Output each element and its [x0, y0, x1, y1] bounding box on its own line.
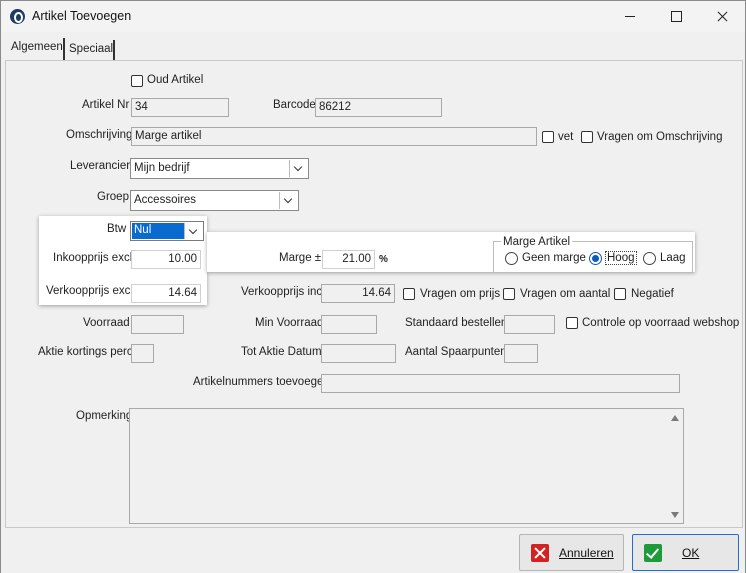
- tot-aktie-datum-field[interactable]: [321, 344, 396, 363]
- laag-label: Laag: [660, 252, 686, 264]
- leverancier-label: Leverancier: [70, 160, 131, 172]
- app-logo-icon: [10, 9, 25, 24]
- standaard-bestellen-label: Standaard bestellen: [405, 317, 508, 329]
- close-button[interactable]: [699, 1, 745, 32]
- verkoopprijs-excl-field[interactable]: 14.64: [131, 284, 201, 303]
- vet-checkbox[interactable]: [542, 131, 554, 143]
- marge-field[interactable]: 21.00: [322, 250, 375, 269]
- btw-value: Nul: [132, 223, 184, 239]
- ok-button[interactable]: OK: [632, 534, 739, 571]
- annuleren-button[interactable]: Annuleren: [519, 534, 624, 571]
- groep-value: Accessoires: [134, 194, 196, 206]
- omschrijving-field[interactable]: Marge artikel: [131, 127, 537, 146]
- btw-label: Btw: [107, 223, 127, 235]
- min-voorraad-field[interactable]: [321, 315, 377, 334]
- aantal-spaarpunten-field[interactable]: [504, 344, 538, 363]
- leverancier-select[interactable]: Mijn bedrijf: [130, 158, 309, 179]
- artikelnummers-toevoegen-field[interactable]: [321, 374, 680, 393]
- vragen-om-omschrijving-label: Vragen om Omschrijving: [597, 131, 723, 143]
- scroll-up-icon[interactable]: [671, 415, 679, 421]
- groep-label: Groep: [97, 191, 129, 203]
- inkoopprijs-label: Inkoopprijs excl: [53, 252, 133, 264]
- tot-aktie-datum-label: Tot Aktie Datum: [241, 346, 322, 358]
- negatief-label: Negatief: [631, 288, 674, 300]
- check-icon: [644, 544, 662, 562]
- omschrijving-label: Omschrijving: [66, 129, 133, 141]
- groep-select[interactable]: Accessoires: [130, 190, 299, 211]
- tab-algemeen[interactable]: Algemeen: [7, 38, 65, 60]
- aktie-kortings-perc-label: Aktie kortings perc: [38, 346, 133, 358]
- verkoopprijs-excl-label: Verkoopprijs excl: [46, 285, 133, 297]
- window-title: Artikel Toevoegen: [32, 9, 132, 23]
- artikel-nr-label: Artikel Nr: [82, 99, 130, 111]
- scroll-down-icon[interactable]: [671, 512, 679, 518]
- minimize-button[interactable]: [607, 1, 653, 32]
- vragen-om-omschrijving-checkbox[interactable]: [581, 131, 593, 143]
- geen-marge-label: Geen marge: [522, 252, 586, 264]
- artikel-nr-field[interactable]: 34: [131, 98, 229, 117]
- vragen-om-prijs-checkbox[interactable]: [403, 288, 415, 300]
- marge-label: Marge ±: [279, 252, 322, 264]
- annuleren-label: Annuleren: [559, 546, 614, 560]
- geen-marge-radio[interactable]: [505, 252, 518, 265]
- vragen-om-prijs-label: Vragen om prijs: [420, 288, 501, 300]
- leverancier-value: Mijn bedrijf: [134, 162, 190, 174]
- marge-unit: %: [379, 254, 388, 265]
- opmerking-memo[interactable]: [129, 408, 684, 524]
- barcode-field[interactable]: 86212: [315, 98, 442, 117]
- chevron-down-icon[interactable]: [289, 160, 307, 177]
- voorraad-field[interactable]: [131, 315, 184, 334]
- vet-label: vet: [558, 131, 574, 143]
- chevron-down-icon[interactable]: [184, 223, 202, 239]
- maximize-button[interactable]: [653, 1, 699, 32]
- artikelnummers-toevoegen-label: Artikelnummers toevoegen: [193, 376, 330, 388]
- tab-speciaal[interactable]: Speciaal: [65, 40, 115, 60]
- aktie-kortings-perc-field[interactable]: [131, 344, 154, 363]
- laag-radio[interactable]: [643, 252, 656, 265]
- title-bar: Artikel Toevoegen: [1, 1, 745, 32]
- oud-artikel-label: Oud Artikel: [147, 74, 204, 86]
- chevron-down-icon[interactable]: [279, 192, 297, 209]
- dialog-window: Artikel Toevoegen Algemeen Speciaal Oud …: [0, 0, 746, 573]
- inkoopprijs-field[interactable]: 10.00: [131, 250, 201, 269]
- voorraad-label: Voorraad: [83, 317, 130, 329]
- ok-label: OK: [682, 546, 700, 560]
- memo-scrollbar[interactable]: [667, 409, 683, 523]
- marge-artikel-title: Marge Artikel: [501, 236, 573, 248]
- hoog-radio[interactable]: [589, 252, 602, 265]
- oud-artikel-checkbox[interactable]: [131, 75, 143, 87]
- aantal-spaarpunten-label: Aantal Spaarpunten: [405, 346, 507, 358]
- btw-select[interactable]: Nul: [130, 221, 204, 241]
- hoog-label: Hoog: [605, 251, 637, 265]
- min-voorraad-label: Min Voorraad: [255, 317, 324, 329]
- standaard-bestellen-field[interactable]: [504, 315, 555, 334]
- opmerking-label: Opmerking: [76, 410, 133, 422]
- vragen-om-aantal-checkbox[interactable]: [503, 288, 515, 300]
- negatief-checkbox[interactable]: [614, 288, 626, 300]
- verkoopprijs-incl-field[interactable]: 14.64: [321, 284, 395, 303]
- controle-voorraad-webshop-label: Controle op voorraad webshop: [582, 317, 740, 329]
- verkoopprijs-incl-label: Verkoopprijs incl: [241, 286, 325, 298]
- barcode-label: Barcode: [273, 99, 316, 111]
- vragen-om-aantal-label: Vragen om aantal: [520, 288, 611, 300]
- cancel-icon: [531, 544, 549, 562]
- controle-voorraad-webshop-checkbox[interactable]: [566, 317, 578, 329]
